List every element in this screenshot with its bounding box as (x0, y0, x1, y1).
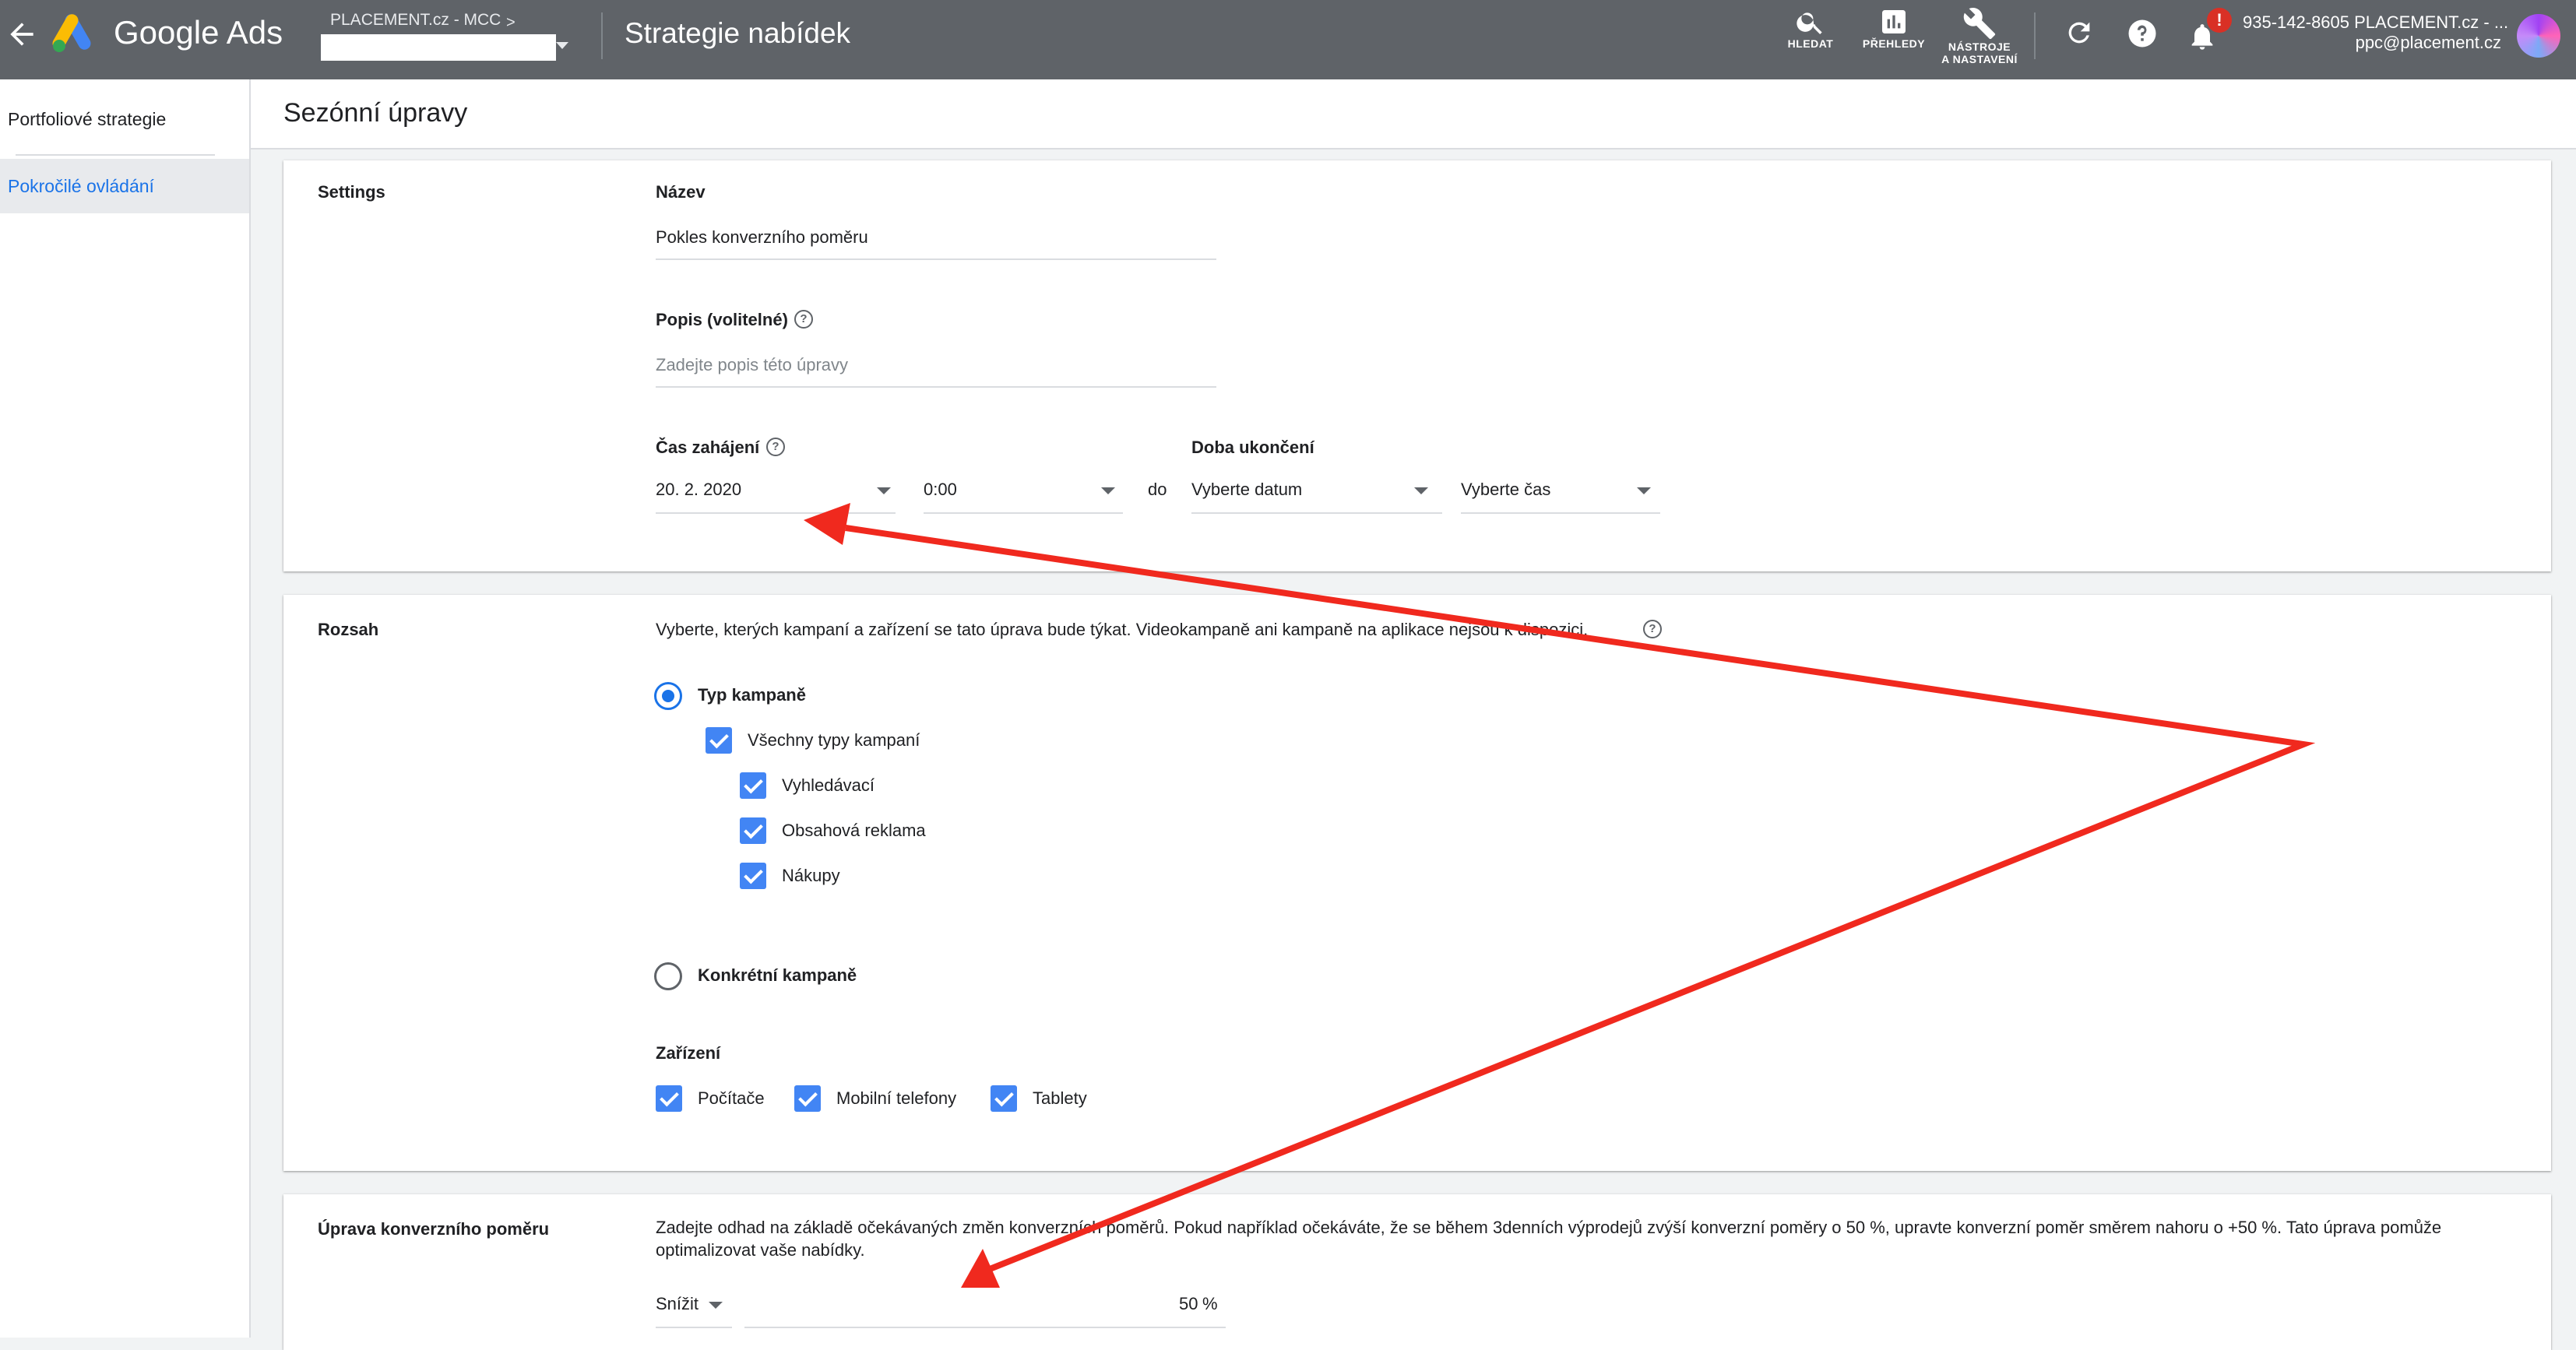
start-date-caret-icon[interactable] (877, 487, 891, 494)
end-time-underline (1461, 512, 1660, 514)
scope-help-icon[interactable]: ? (1643, 620, 1662, 638)
tools-settings-label: NÁSTROJE A NASTAVENÍ (1941, 40, 2018, 65)
wrench-icon (1963, 8, 1996, 40)
avatar[interactable] (2517, 14, 2560, 58)
search-campaign-label[interactable]: Vyhledávací (782, 775, 875, 796)
name-input-underline (656, 258, 1216, 260)
start-time-help-icon[interactable]: ? (766, 438, 785, 456)
account-chevron[interactable]: > (506, 14, 516, 32)
start-time-dropdown[interactable]: 0:00 (924, 480, 957, 500)
account-selector[interactable] (321, 34, 556, 61)
description-input-underline (656, 386, 1216, 388)
direction-caret-icon[interactable] (709, 1302, 723, 1309)
sidebar-item-portfolio-strategies[interactable]: Portfoliové strategie (8, 109, 166, 130)
shopping-campaign-checkbox[interactable] (740, 863, 766, 889)
reports-tool[interactable]: PŘEHLEDY (1855, 6, 1933, 50)
refresh-icon[interactable] (2064, 17, 2095, 52)
direction-underline (656, 1327, 732, 1328)
scope-description: Vyberte, kterých kampaní a zařízení se t… (656, 620, 1589, 639)
end-time-dropdown[interactable]: Vyberte čas (1461, 480, 1550, 500)
search-tool-label: HLEDAT (1787, 37, 1834, 50)
shopping-campaign-label[interactable]: Nákupy (782, 866, 840, 886)
description-label: Popis (volitelné) (656, 310, 788, 329)
name-label: Název (656, 182, 706, 202)
user-email[interactable]: ppc@placement.cz (2243, 33, 2501, 53)
settings-card: Settings Název Pokles konverzního poměru… (283, 160, 2551, 571)
end-time-label: Doba ukončení (1191, 438, 1314, 457)
conversion-rate-card: Úprava konverzního poměru Zadejte odhad … (283, 1194, 2551, 1350)
search-tool[interactable]: HLEDAT (1783, 6, 1838, 50)
top-app-bar: Google Ads PLACEMENT.cz - MCC > Strategi… (0, 0, 2576, 79)
page-header: Sezónní úpravy (251, 79, 2576, 149)
back-arrow-icon[interactable] (5, 17, 39, 51)
name-input[interactable]: Pokles konverzního poměru (656, 227, 868, 248)
end-date-caret-icon[interactable] (1414, 487, 1428, 494)
end-time-caret-icon[interactable] (1637, 487, 1651, 494)
account-dropdown-caret-icon[interactable] (556, 42, 568, 49)
account-path[interactable]: PLACEMENT.cz - MCC (330, 11, 501, 30)
search-icon (1797, 12, 1822, 34)
description-help-icon[interactable]: ? (794, 310, 813, 329)
sidebar: Portfoliové strategie Pokročilé ovládání (0, 79, 251, 1338)
start-time-underline (924, 512, 1123, 514)
google-ads-logo-icon[interactable] (51, 11, 98, 54)
customer-account-id[interactable]: 935-142-8605 PLACEMENT.cz - ... (2243, 12, 2508, 33)
start-date-underline (656, 512, 896, 514)
display-campaign-label[interactable]: Obsahová reklama (782, 821, 926, 841)
settings-section-title: Settings (318, 182, 385, 202)
all-campaign-types-checkbox[interactable] (706, 727, 732, 754)
display-campaign-checkbox[interactable] (740, 817, 766, 844)
header-divider-2 (2034, 12, 2036, 59)
search-campaign-checkbox[interactable] (740, 772, 766, 799)
help-icon[interactable] (2126, 17, 2159, 54)
scope-section-title: Rozsah (318, 620, 379, 639)
sidebar-divider (16, 154, 215, 156)
end-date-underline (1191, 512, 1442, 514)
adjustment-value-input[interactable]: 50 (1179, 1294, 1198, 1314)
direction-dropdown[interactable]: Snížit (656, 1294, 699, 1314)
description-input[interactable]: Zadejte popis této úpravy (656, 355, 848, 375)
page-title: Sezónní úpravy (283, 98, 468, 128)
all-campaign-types-label[interactable]: Všechny typy kampaní (748, 730, 920, 751)
scope-card: Rozsah Vyberte, kterých kampaní a zaříze… (283, 595, 2551, 1171)
notification-badge[interactable]: ! (2207, 8, 2232, 33)
date-range-to: do (1148, 480, 1167, 499)
specific-campaigns-radio[interactable] (654, 962, 682, 990)
page-heading: Strategie nabídek (625, 17, 851, 49)
tablet-checkbox[interactable] (991, 1085, 1017, 1112)
sidebar-item-advanced-controls[interactable]: Pokročilé ovládání (8, 176, 154, 197)
specific-campaigns-label[interactable]: Konkrétní kampaně (698, 965, 857, 986)
conversion-section-title: Úprava konverzního poměru (318, 1219, 550, 1239)
reports-tool-label: PŘEHLEDY (1862, 37, 1926, 50)
reports-icon (1882, 10, 1906, 33)
devices-label: Zařízení (656, 1043, 721, 1063)
adjustment-value-underline (744, 1327, 1226, 1328)
mobile-checkbox[interactable] (794, 1085, 821, 1112)
campaign-type-radio[interactable] (654, 682, 682, 710)
start-time-caret-icon[interactable] (1101, 487, 1115, 494)
desktop-label[interactable]: Počítače (698, 1088, 765, 1109)
tablet-label[interactable]: Tablety (1033, 1088, 1087, 1109)
brand-name[interactable]: Google Ads (114, 14, 283, 51)
desktop-checkbox[interactable] (656, 1085, 682, 1112)
start-date-dropdown[interactable]: 20. 2. 2020 (656, 480, 741, 500)
adjustment-unit: % (1202, 1294, 1218, 1313)
tools-settings-tool[interactable]: NÁSTROJE A NASTAVENÍ (1936, 6, 2023, 65)
start-time-label: Čas zahájení (656, 438, 760, 457)
header-divider (601, 12, 603, 59)
conversion-description: Zadejte odhad na základě očekávaných změ… (656, 1218, 2442, 1260)
end-date-dropdown[interactable]: Vyberte datum (1191, 480, 1302, 500)
mobile-label[interactable]: Mobilní telefony (836, 1088, 956, 1109)
campaign-type-label[interactable]: Typ kampaně (698, 685, 806, 705)
